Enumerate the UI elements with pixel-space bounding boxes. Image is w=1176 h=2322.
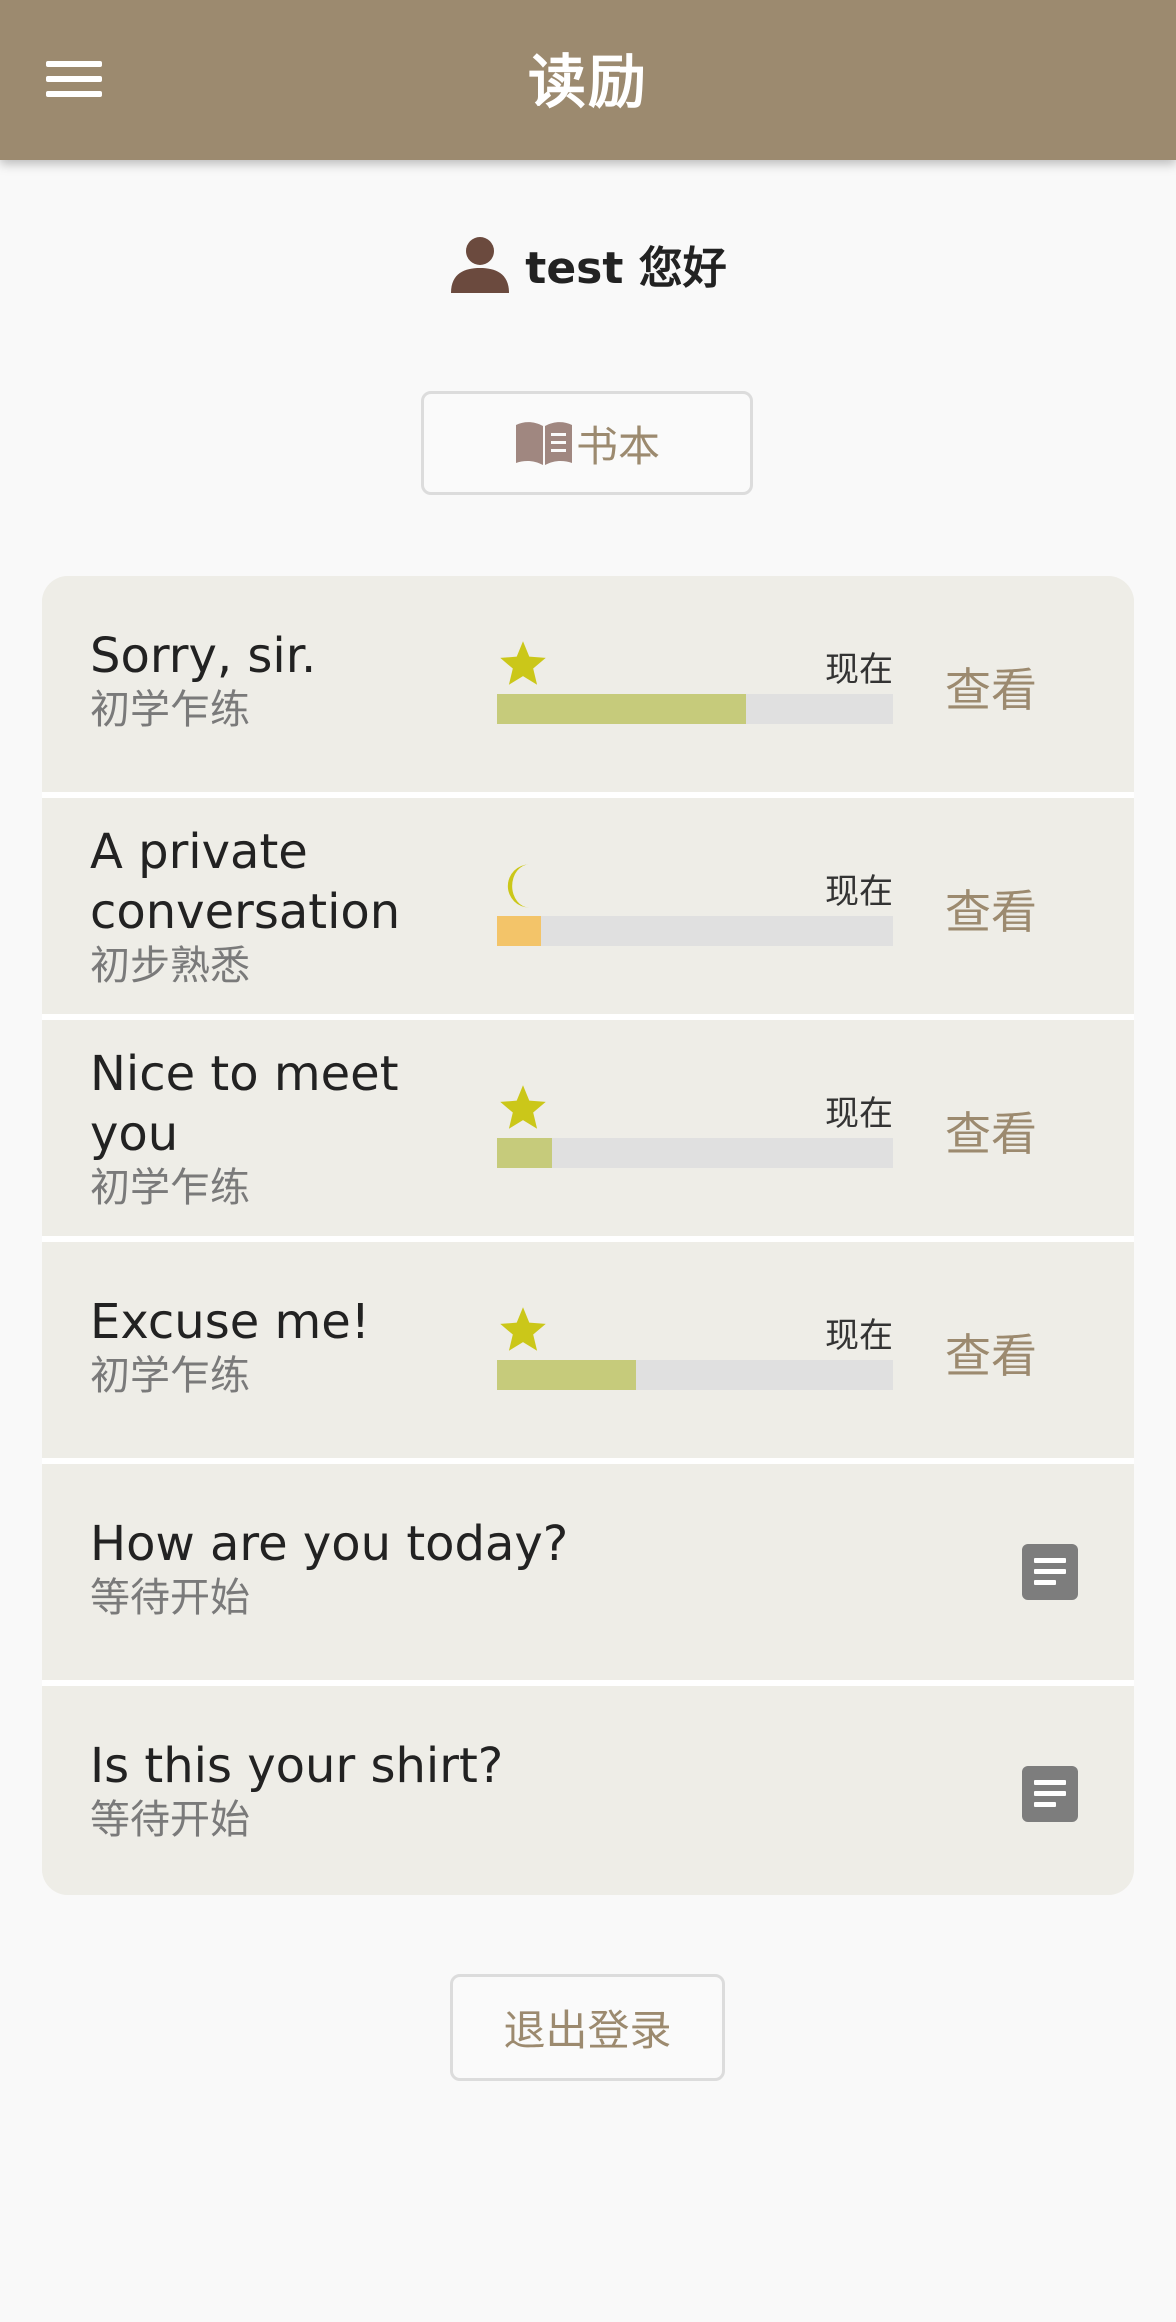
now-label: 现在 xyxy=(825,650,893,690)
progress-fill xyxy=(497,916,541,946)
lesson-title: Nice to meet you 初学乍练 xyxy=(90,1044,470,1212)
lesson-status: 初学乍练 xyxy=(90,1165,250,1211)
view-button[interactable]: 查看 xyxy=(945,654,1037,720)
lesson-item[interactable]: Excuse me! 初学乍练 现在 查看 xyxy=(42,1242,1134,1458)
logout-button[interactable]: 退出登录 xyxy=(450,1974,725,2081)
lesson-title: Sorry, sir. 初学乍练 xyxy=(90,626,470,734)
books-button[interactable]: 书本 xyxy=(421,391,753,495)
progress-bar xyxy=(497,694,893,724)
now-label: 现在 xyxy=(825,1316,893,1356)
progress-fill xyxy=(497,694,747,724)
lesson-status: 初学乍练 xyxy=(90,1353,250,1399)
lesson-list: Sorry, sir. 初学乍练 现在 查看 A private convers… xyxy=(42,576,1134,1895)
app-title: 读励 xyxy=(527,48,648,116)
view-button[interactable]: 查看 xyxy=(945,1320,1037,1386)
document-icon[interactable] xyxy=(1022,1766,1078,1822)
lesson-title: Excuse me! 初学乍练 xyxy=(90,1292,470,1400)
progress-bar xyxy=(497,1138,893,1168)
view-button[interactable]: 查看 xyxy=(945,876,1037,942)
books-label: 书本 xyxy=(575,421,660,471)
progress-fill xyxy=(497,1138,553,1168)
progress-bar xyxy=(497,916,893,946)
greeting-text: test 您好 xyxy=(525,243,727,294)
lesson-status: 初步熟悉 xyxy=(90,943,250,989)
lesson-title: Is this your shirt? 等待开始 xyxy=(90,1736,790,1844)
lesson-title: How are you today? 等待开始 xyxy=(90,1514,790,1622)
lesson-item[interactable]: A private conversation 初步熟悉 现在 查看 xyxy=(42,798,1134,1014)
now-label: 现在 xyxy=(825,872,893,912)
now-label: 现在 xyxy=(825,1094,893,1134)
progress-fill xyxy=(497,1360,636,1390)
lesson-status: 初学乍练 xyxy=(90,687,250,733)
lesson-item[interactable]: Nice to meet you 初学乍练 现在 查看 xyxy=(42,1020,1134,1236)
user-greeting: test 您好 xyxy=(0,232,1176,296)
person-icon xyxy=(451,237,510,293)
crescent-moon-icon xyxy=(507,864,530,908)
star-icon xyxy=(500,1307,546,1351)
view-button[interactable]: 查看 xyxy=(945,1098,1037,1164)
lesson-title: A private conversation 初步熟悉 xyxy=(90,822,470,990)
document-icon[interactable] xyxy=(1022,1544,1078,1600)
star-icon xyxy=(500,641,546,685)
app-bar: 读励 xyxy=(0,0,1176,160)
open-book-icon xyxy=(515,422,572,465)
lesson-status: 等待开始 xyxy=(90,1797,250,1843)
progress-bar xyxy=(497,1360,893,1390)
lesson-status: 等待开始 xyxy=(90,1575,250,1621)
lesson-item[interactable]: How are you today? 等待开始 xyxy=(42,1464,1134,1680)
star-icon xyxy=(500,1085,546,1129)
lesson-item[interactable]: Is this your shirt? 等待开始 xyxy=(42,1686,1134,1895)
lesson-item[interactable]: Sorry, sir. 初学乍练 现在 查看 xyxy=(42,576,1134,792)
